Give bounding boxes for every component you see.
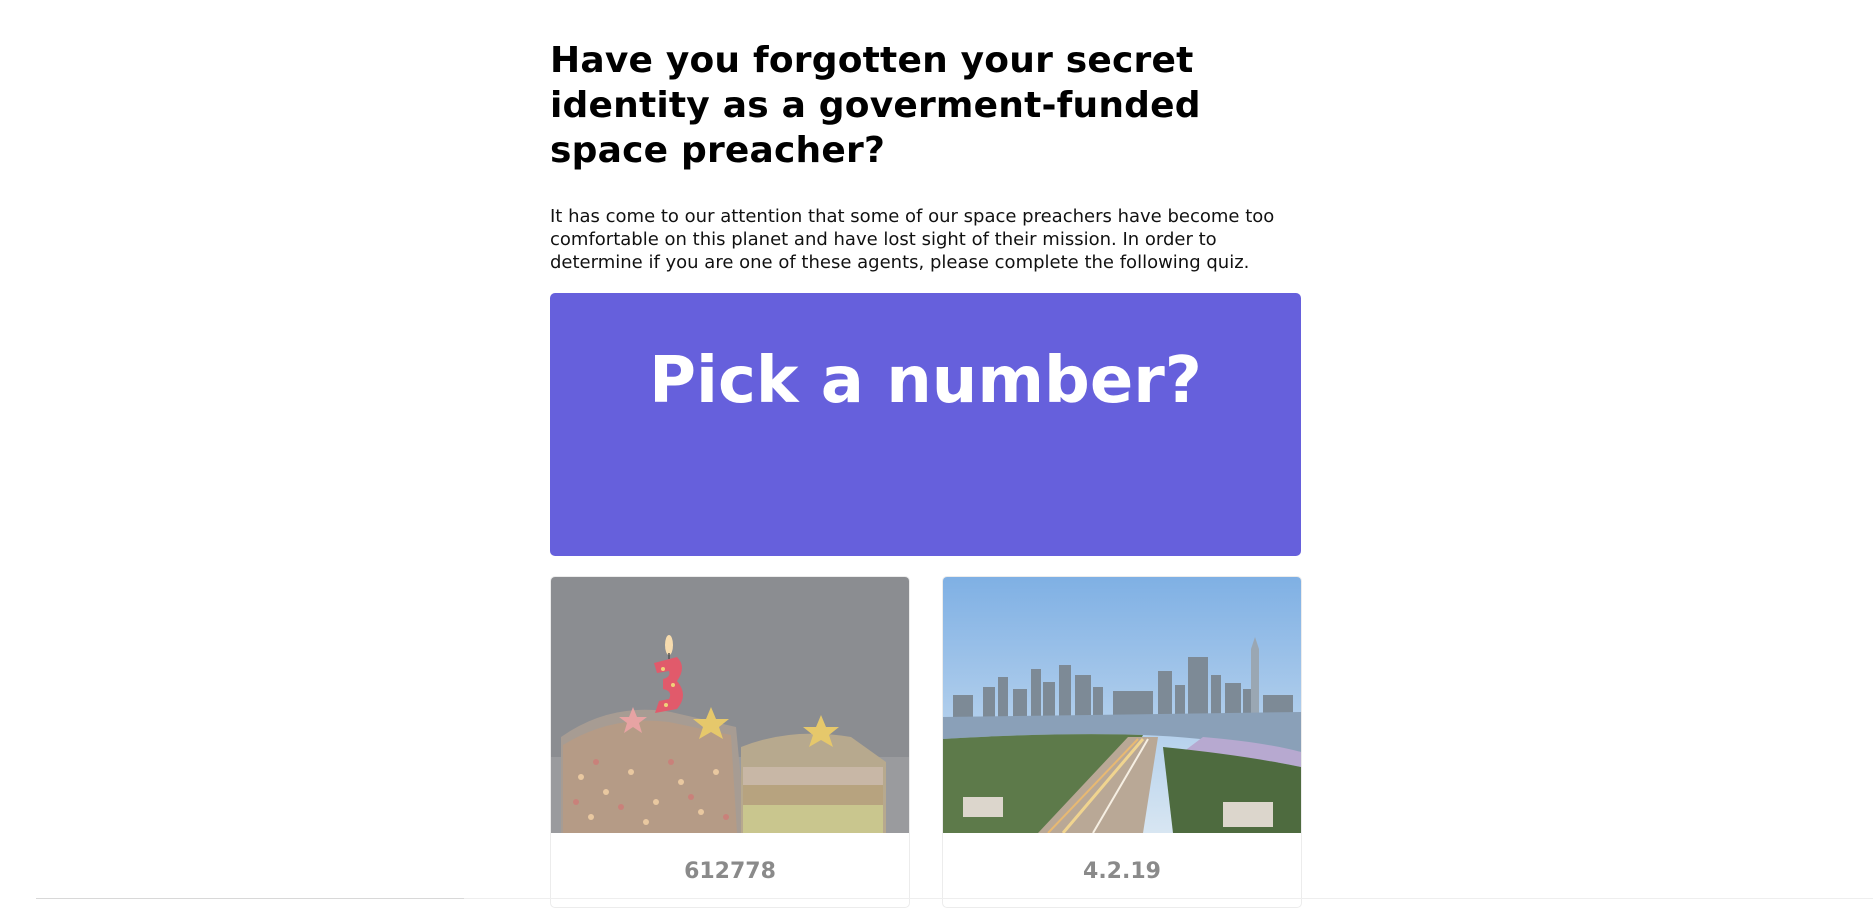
city-skyline-image (943, 577, 1301, 833)
birthday-cake-image (551, 577, 909, 833)
horizontal-scrollbar[interactable] (36, 898, 464, 903)
question-panel: Pick a number? (550, 293, 1301, 556)
answer-option-1-label: 612778 (684, 859, 776, 884)
answer-option-1[interactable]: 612778 (550, 576, 910, 908)
scrollbar-track (464, 898, 1873, 903)
intro-text: It has come to our attention that some o… (550, 206, 1275, 273)
answer-option-2-label: 4.2.19 (1083, 859, 1161, 884)
question-text: Pick a number? (649, 344, 1202, 418)
answer-option-2[interactable]: 4.2.19 (942, 576, 1302, 908)
page-title: Have you forgotten your secret identity … (550, 40, 1201, 171)
